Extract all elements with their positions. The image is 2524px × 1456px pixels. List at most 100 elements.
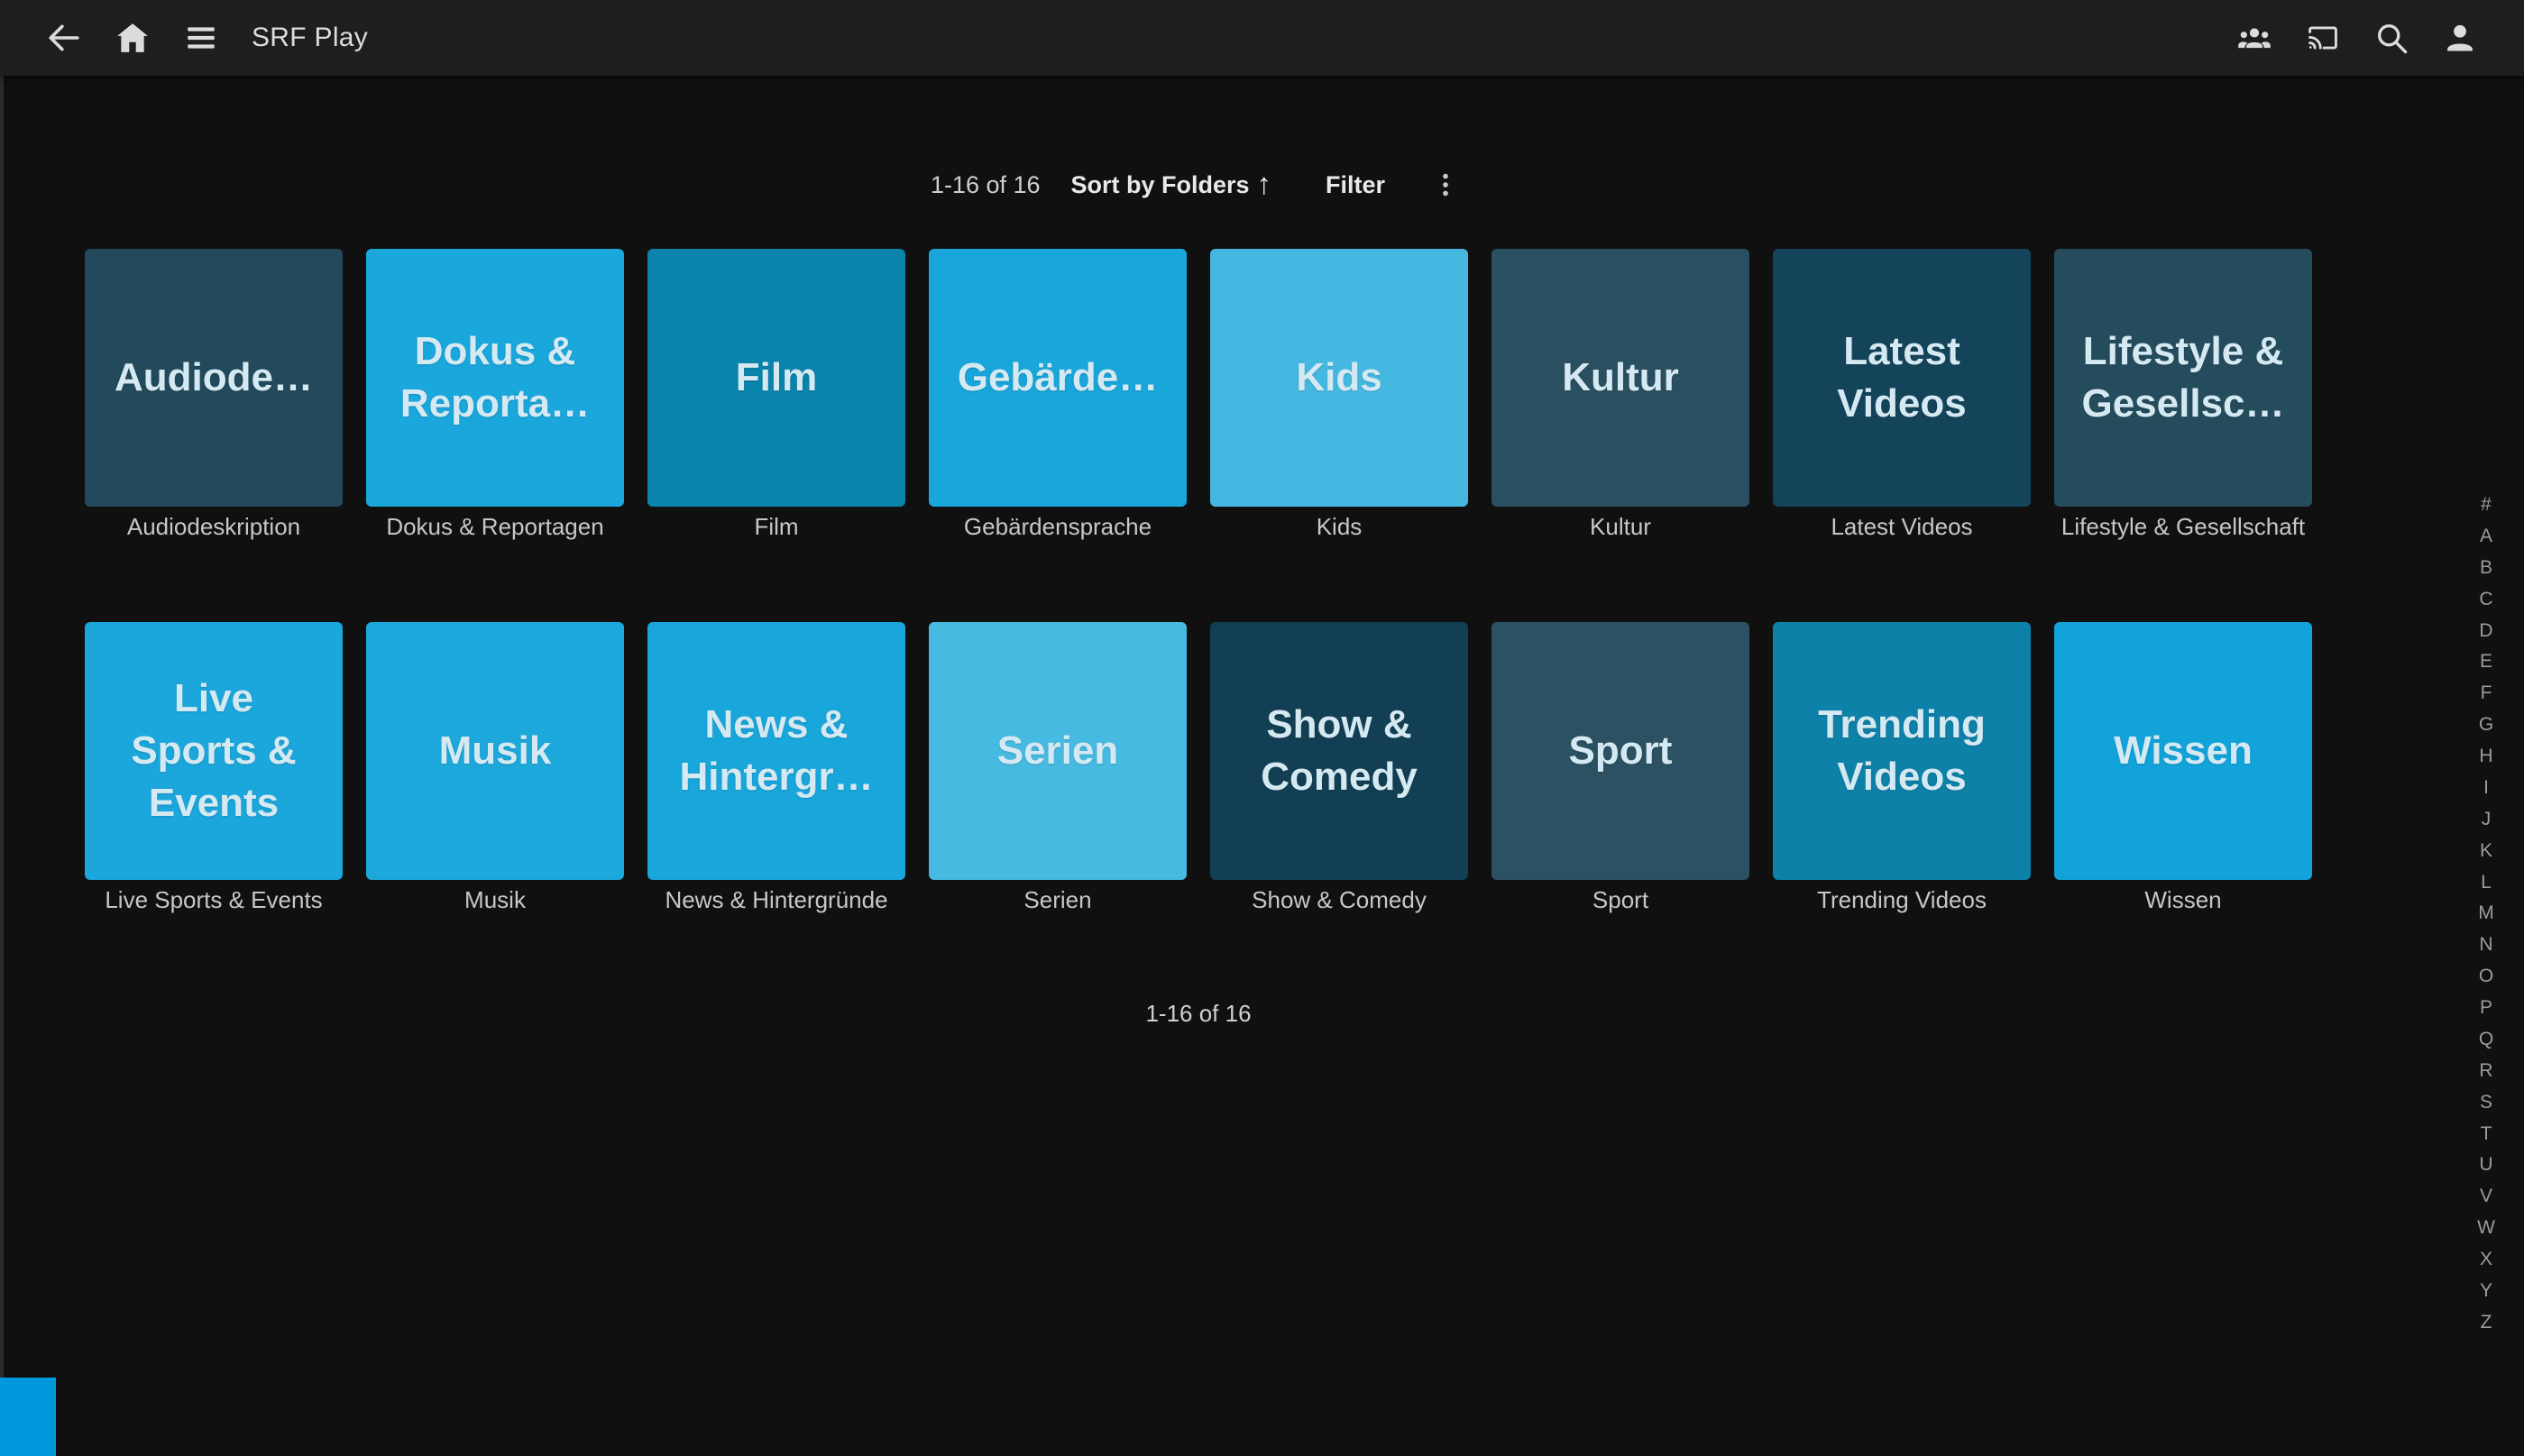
alpha-letter[interactable]: # bbox=[2481, 495, 2492, 514]
search-icon bbox=[2373, 20, 2409, 56]
tile-label: Kultur bbox=[1562, 352, 1679, 404]
alpha-letter[interactable]: L bbox=[2481, 873, 2492, 892]
library-tile-wissen[interactable]: Wissen Wissen bbox=[2054, 622, 2312, 914]
library-tile-live-sports-events[interactable]: Live Sports & Events Live Sports & Event… bbox=[85, 622, 343, 914]
alpha-letter[interactable]: H bbox=[2479, 746, 2492, 765]
tile-caption[interactable]: News & Hintergründe bbox=[647, 885, 905, 914]
back-button[interactable] bbox=[41, 15, 87, 60]
alpha-letter[interactable]: N bbox=[2479, 935, 2492, 954]
tile-caption[interactable]: Kids bbox=[1210, 512, 1468, 541]
alpha-letter[interactable]: D bbox=[2479, 621, 2492, 640]
alpha-letter[interactable]: M bbox=[2478, 903, 2494, 922]
library-tile-gebaerdensprache[interactable]: Gebärde… Gebärdensprache bbox=[929, 249, 1187, 541]
folder-tile[interactable]: News & Hintergr… bbox=[647, 622, 905, 880]
folder-tile[interactable]: Wissen bbox=[2054, 622, 2312, 880]
search-button[interactable] bbox=[2369, 15, 2414, 60]
tile-label: Lifestyle & Gesellsc… bbox=[2081, 325, 2284, 430]
library-grid: Audiode… Audiodeskription Dokus & Report… bbox=[85, 249, 2312, 914]
syncplay-button[interactable] bbox=[2232, 15, 2277, 60]
library-tile-kids[interactable]: Kids Kids bbox=[1210, 249, 1468, 541]
sort-ascending-icon: ↑ bbox=[1257, 169, 1272, 198]
tile-label: Serien bbox=[997, 725, 1119, 777]
tile-caption[interactable]: Latest Videos bbox=[1773, 512, 2031, 541]
alpha-letter[interactable]: J bbox=[2482, 810, 2492, 829]
folder-tile[interactable]: Trending Videos bbox=[1773, 622, 2031, 880]
library-tile-dokus-reportagen[interactable]: Dokus & Reporta… Dokus & Reportagen bbox=[366, 249, 624, 541]
library-tile-sport[interactable]: Sport Sport bbox=[1491, 622, 1749, 914]
menu-button[interactable] bbox=[179, 15, 224, 60]
tile-caption[interactable]: Trending Videos bbox=[1773, 885, 2031, 914]
library-tile-musik[interactable]: Musik Musik bbox=[366, 622, 624, 914]
alpha-letter[interactable]: V bbox=[2480, 1186, 2492, 1205]
folder-tile[interactable]: Audiode… bbox=[85, 249, 343, 507]
alpha-letter[interactable]: B bbox=[2480, 558, 2492, 577]
library-tile-news-hintergruende[interactable]: News & Hintergr… News & Hintergründe bbox=[647, 622, 905, 914]
tile-label: Film bbox=[736, 352, 817, 404]
folder-tile[interactable]: Kids bbox=[1210, 249, 1468, 507]
folder-tile[interactable]: Kultur bbox=[1491, 249, 1749, 507]
paging-count-bottom: 1-16 of 16 bbox=[85, 999, 2312, 1028]
alpha-letter[interactable]: A bbox=[2480, 527, 2492, 545]
alpha-letter[interactable]: E bbox=[2480, 652, 2492, 671]
tile-caption[interactable]: Lifestyle & Gesellschaft bbox=[2054, 512, 2312, 541]
alpha-letter[interactable]: P bbox=[2480, 998, 2492, 1017]
folder-tile[interactable]: Live Sports & Events bbox=[85, 622, 343, 880]
alpha-letter[interactable]: I bbox=[2483, 778, 2489, 797]
user-button[interactable] bbox=[2437, 15, 2483, 60]
library-tile-audiodeskription[interactable]: Audiode… Audiodeskription bbox=[85, 249, 343, 541]
back-arrow-icon bbox=[47, 21, 81, 55]
folder-tile[interactable]: Serien bbox=[929, 622, 1187, 880]
folder-tile[interactable]: Musik bbox=[366, 622, 624, 880]
library-tile-serien[interactable]: Serien Serien bbox=[929, 622, 1187, 914]
sort-button[interactable]: Sort by Folders ↑ bbox=[1062, 165, 1281, 206]
tile-caption[interactable]: Gebärdensprache bbox=[929, 512, 1187, 541]
alpha-letter[interactable]: S bbox=[2480, 1093, 2492, 1112]
alpha-letter[interactable]: K bbox=[2480, 841, 2492, 860]
tile-caption[interactable]: Sport bbox=[1491, 885, 1749, 914]
alpha-letter[interactable]: W bbox=[2477, 1218, 2495, 1237]
alpha-letter[interactable]: U bbox=[2479, 1155, 2492, 1174]
scrollbar-thumb[interactable] bbox=[0, 1378, 56, 1456]
sort-label: Sort by Folders bbox=[1071, 171, 1250, 199]
folder-tile[interactable]: Sport bbox=[1491, 622, 1749, 880]
alpha-letter[interactable]: G bbox=[2479, 715, 2493, 734]
folder-tile[interactable]: Dokus & Reporta… bbox=[366, 249, 624, 507]
scrollbar-track[interactable] bbox=[0, 76, 4, 1456]
filter-button[interactable]: Filter bbox=[1317, 166, 1394, 205]
folder-tile[interactable]: Film bbox=[647, 249, 905, 507]
alpha-letter[interactable]: O bbox=[2479, 966, 2493, 985]
alpha-letter[interactable]: Z bbox=[2481, 1313, 2492, 1332]
library-tile-trending-videos[interactable]: Trending Videos Trending Videos bbox=[1773, 622, 2031, 914]
tile-caption[interactable]: Live Sports & Events bbox=[85, 885, 343, 914]
alpha-letter[interactable]: X bbox=[2480, 1250, 2492, 1268]
tile-label: Trending Videos bbox=[1818, 699, 1986, 803]
folder-tile[interactable]: Latest Videos bbox=[1773, 249, 2031, 507]
tile-caption[interactable]: Serien bbox=[929, 885, 1187, 914]
library-tile-film[interactable]: Film Film bbox=[647, 249, 905, 541]
library-tile-show-comedy[interactable]: Show & Comedy Show & Comedy bbox=[1210, 622, 1468, 914]
tile-caption[interactable]: Film bbox=[647, 512, 905, 541]
alpha-letter[interactable]: Y bbox=[2480, 1281, 2492, 1300]
alpha-letter[interactable]: R bbox=[2479, 1061, 2492, 1080]
kebab-menu-icon bbox=[1430, 169, 1461, 200]
library-tile-kultur[interactable]: Kultur Kultur bbox=[1491, 249, 1749, 541]
cast-button[interactable] bbox=[2300, 15, 2345, 60]
library-tile-lifestyle-gesellschaft[interactable]: Lifestyle & Gesellsc… Lifestyle & Gesell… bbox=[2054, 249, 2312, 541]
alpha-letter[interactable]: Q bbox=[2479, 1030, 2493, 1049]
tile-caption[interactable]: Musik bbox=[366, 885, 624, 914]
folder-tile[interactable]: Show & Comedy bbox=[1210, 622, 1468, 880]
tile-caption[interactable]: Show & Comedy bbox=[1210, 885, 1468, 914]
folder-tile[interactable]: Lifestyle & Gesellsc… bbox=[2054, 249, 2312, 507]
alpha-letter[interactable]: F bbox=[2481, 683, 2492, 702]
more-options-button[interactable] bbox=[1425, 164, 1466, 206]
alpha-letter[interactable]: T bbox=[2481, 1124, 2492, 1143]
tile-caption[interactable]: Dokus & Reportagen bbox=[366, 512, 624, 541]
tile-caption[interactable]: Kultur bbox=[1491, 512, 1749, 541]
tile-label: Audiode… bbox=[115, 352, 313, 404]
folder-tile[interactable]: Gebärde… bbox=[929, 249, 1187, 507]
library-tile-latest-videos[interactable]: Latest Videos Latest Videos bbox=[1773, 249, 2031, 541]
alpha-letter[interactable]: C bbox=[2479, 590, 2492, 609]
tile-caption[interactable]: Audiodeskription bbox=[85, 512, 343, 541]
tile-caption[interactable]: Wissen bbox=[2054, 885, 2312, 914]
home-button[interactable] bbox=[110, 15, 155, 60]
